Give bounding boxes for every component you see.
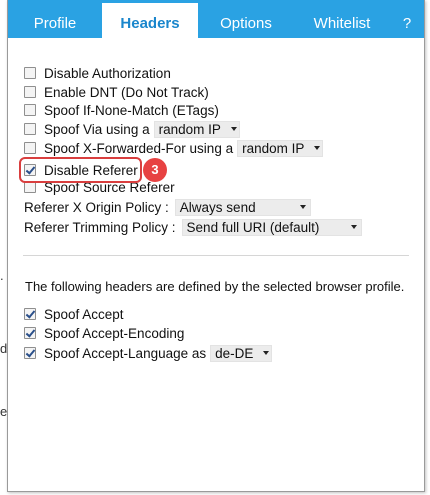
headers-popup: Profile Headers Options Whitelist ? Disa… bbox=[7, 0, 425, 492]
spoof-if-none-match-checkbox[interactable] bbox=[24, 104, 36, 116]
section-divider bbox=[23, 255, 409, 256]
spoof-accept-label: Spoof Accept bbox=[44, 306, 124, 322]
referer-x-origin-policy-row: Referer X Origin Policy : Always send bbox=[24, 198, 311, 216]
tab-options[interactable]: Options bbox=[198, 0, 294, 38]
disable-referer-highlight bbox=[19, 157, 142, 183]
disable-authorization-option[interactable]: Disable Authorization bbox=[24, 64, 171, 82]
enable-dnt-checkbox[interactable] bbox=[24, 86, 36, 98]
tab-bar: Profile Headers Options Whitelist ? bbox=[8, 0, 424, 38]
tab-profile[interactable]: Profile bbox=[8, 0, 102, 38]
spoof-via-label: Spoof Via using a bbox=[44, 121, 150, 137]
spoof-accept-language-select[interactable]: de-DE bbox=[210, 344, 273, 362]
spoof-via-select[interactable]: random IP bbox=[153, 120, 240, 138]
spoof-if-none-match-label: Spoof If-None-Match (ETags) bbox=[44, 102, 219, 118]
enable-dnt-label: Enable DNT (Do Not Track) bbox=[44, 84, 209, 100]
spoof-accept-language-value: de-DE bbox=[215, 345, 254, 361]
step-badge: 3 bbox=[143, 158, 167, 182]
spoof-accept-checkbox[interactable] bbox=[24, 308, 36, 320]
spoof-x-forwarded-for-checkbox[interactable] bbox=[24, 142, 36, 154]
referer-trimming-policy-value: Send full URI (default) bbox=[186, 219, 320, 235]
referer-trimming-policy-select[interactable]: Send full URI (default) bbox=[181, 218, 362, 236]
disable-authorization-checkbox[interactable] bbox=[24, 67, 36, 79]
spoof-accept-option[interactable]: Spoof Accept bbox=[24, 305, 124, 323]
spoof-via-checkbox[interactable] bbox=[24, 123, 36, 135]
spoof-if-none-match-option[interactable]: Spoof If-None-Match (ETags) bbox=[24, 101, 219, 119]
spoof-accept-encoding-option[interactable]: Spoof Accept-Encoding bbox=[24, 324, 184, 342]
referer-trimming-policy-label: Referer Trimming Policy : bbox=[24, 219, 176, 235]
background-page-fragment: . bbox=[0, 268, 4, 283]
spoof-accept-language-label: Spoof Accept-Language as bbox=[44, 345, 207, 361]
referer-trimming-policy-row: Referer Trimming Policy : Send full URI … bbox=[24, 218, 362, 236]
chevron-down-icon bbox=[314, 146, 321, 150]
tab-help[interactable]: ? bbox=[390, 0, 424, 38]
tab-whitelist[interactable]: Whitelist bbox=[294, 0, 390, 38]
spoof-via-option[interactable]: Spoof Via using a random IP bbox=[24, 120, 240, 138]
spoof-x-forwarded-for-label: Spoof X-Forwarded-For using a bbox=[44, 140, 234, 156]
spoof-accept-encoding-label: Spoof Accept-Encoding bbox=[44, 325, 185, 341]
chevron-down-icon bbox=[263, 351, 270, 355]
spoof-x-forwarded-for-select-value: random IP bbox=[242, 140, 305, 156]
spoof-accept-language-checkbox[interactable] bbox=[24, 347, 36, 359]
spoof-accept-encoding-checkbox[interactable] bbox=[24, 327, 36, 339]
profile-info-text: The following headers are defined by the… bbox=[25, 279, 405, 294]
referer-x-origin-policy-label: Referer X Origin Policy : bbox=[24, 199, 169, 215]
spoof-x-forwarded-for-option[interactable]: Spoof X-Forwarded-For using a random IP bbox=[24, 139, 324, 157]
referer-x-origin-policy-select[interactable]: Always send bbox=[174, 198, 311, 216]
spoof-x-forwarded-for-select[interactable]: random IP bbox=[237, 139, 324, 157]
spoof-via-select-value: random IP bbox=[158, 121, 221, 137]
enable-dnt-option[interactable]: Enable DNT (Do Not Track) bbox=[24, 83, 209, 101]
chevron-down-icon bbox=[350, 225, 357, 229]
spoof-accept-language-option[interactable]: Spoof Accept-Language as de-DE bbox=[24, 344, 273, 362]
chevron-down-icon bbox=[299, 205, 306, 209]
tab-headers[interactable]: Headers bbox=[102, 3, 198, 38]
disable-authorization-label: Disable Authorization bbox=[44, 65, 171, 81]
referer-x-origin-policy-value: Always send bbox=[179, 199, 256, 215]
chevron-down-icon bbox=[230, 127, 237, 131]
